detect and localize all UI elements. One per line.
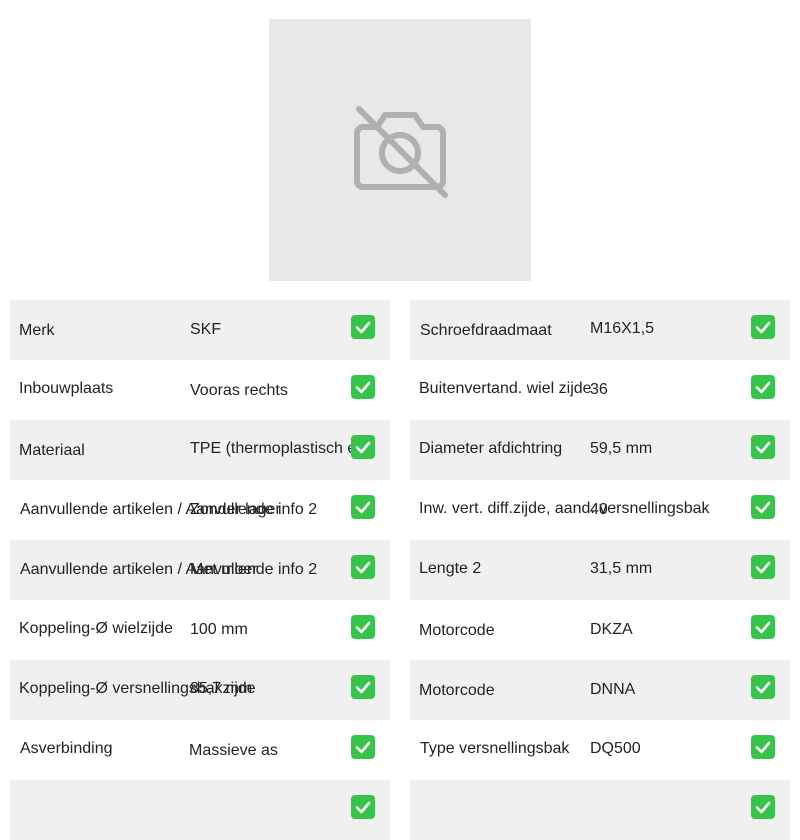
spec-value: Massieve as (189, 742, 278, 759)
check-icon (751, 435, 775, 459)
check-icon (751, 555, 775, 579)
spec-value: Vooras rechts (190, 382, 288, 399)
specs-table-right: Schroefdraadmaat M16X1,5 Buitenvertand. … (410, 300, 790, 840)
spec-row (10, 780, 390, 840)
spec-label: Merk (19, 322, 55, 339)
check-icon (351, 795, 375, 819)
check-icon (351, 675, 375, 699)
spec-label: Schroefdraadmaat (420, 322, 552, 339)
check-icon (751, 315, 775, 339)
spec-row: Merk SKF (10, 300, 390, 360)
spec-value: SKF (190, 321, 222, 338)
spec-value: 85,7 mm (190, 680, 253, 697)
check-icon (351, 495, 375, 519)
spec-value: TPE (thermoplastisch ela (190, 440, 369, 457)
spec-row: Koppeling-Ø versnellingsbakzijde 85,7 mm (10, 660, 390, 720)
spec-row: Aanvullende artikelen / Aanvullende info… (10, 480, 390, 540)
spec-value: DQ500 (590, 740, 641, 757)
check-icon (351, 315, 375, 339)
spec-row: Buitenvertand. wiel zijde 36 (410, 360, 790, 420)
spec-label: Asverbinding (20, 740, 113, 757)
check-icon (351, 555, 375, 579)
spec-value: M16X1,5 (590, 320, 655, 337)
spec-label: Koppeling-Ø wielzijde (19, 620, 173, 637)
spec-label: Motorcode (419, 682, 495, 699)
spec-row: Asverbinding Massieve as (10, 720, 390, 780)
spec-value: 100 mm (190, 621, 248, 638)
check-icon (351, 375, 375, 399)
spec-value: DNNA (590, 681, 636, 698)
spec-label: Buitenvertand. wiel zijde (419, 380, 592, 397)
spec-row: Aanvullende artikelen / Aanvullende info… (10, 540, 390, 600)
spec-row: Diameter afdichtring 59,5 mm (410, 420, 790, 480)
check-icon (751, 375, 775, 399)
spec-label: Diameter afdichtring (419, 440, 563, 457)
spec-row: Lengte 2 31,5 mm (410, 540, 790, 600)
spec-row: Materiaal TPE (thermoplastisch ela (10, 420, 390, 480)
spec-value: DKZA (590, 621, 633, 638)
spec-row: Koppeling-Ø wielzijde 100 mm (10, 600, 390, 660)
check-icon (351, 435, 375, 459)
check-icon (751, 795, 775, 819)
no-image-camera-icon (354, 106, 448, 198)
product-image-placeholder (269, 19, 531, 281)
spec-row: Type versnellingsbak DQ500 (410, 720, 790, 780)
spec-label: Aanvullende artikelen / Aanvullende info… (20, 561, 318, 578)
spec-value: 31,5 mm (590, 560, 653, 577)
spec-value: Zonder lager (190, 501, 281, 518)
spec-row: Inbouwplaats Vooras rechts (10, 360, 390, 420)
spec-row: Motorcode DKZA (410, 600, 790, 660)
check-icon (751, 495, 775, 519)
spec-row: Inw. vert. diff.zijde, aand. versnelling… (410, 480, 790, 540)
spec-label: Inbouwplaats (19, 380, 114, 397)
specs-table-left: Merk SKF Inbouwplaats Vooras rechts Mate… (10, 300, 390, 840)
check-icon (751, 735, 775, 759)
spec-label: Motorcode (419, 622, 495, 639)
spec-row: Schroefdraadmaat M16X1,5 (410, 300, 790, 360)
spec-label: Materiaal (19, 442, 85, 459)
spec-label: Lengte 2 (419, 560, 482, 577)
spec-value: 36 (590, 381, 608, 398)
check-icon (751, 615, 775, 639)
spec-row (410, 780, 790, 840)
spec-row: Motorcode DNNA (410, 660, 790, 720)
spec-value: 40 (590, 501, 608, 518)
check-icon (351, 615, 375, 639)
spec-value: Met moer (190, 561, 258, 578)
spec-value: 59,5 mm (590, 440, 653, 457)
check-icon (351, 735, 375, 759)
check-icon (751, 675, 775, 699)
spec-label: Type versnellingsbak (420, 740, 570, 757)
spec-label: Inw. vert. diff.zijde, aand. versnelling… (419, 500, 710, 517)
